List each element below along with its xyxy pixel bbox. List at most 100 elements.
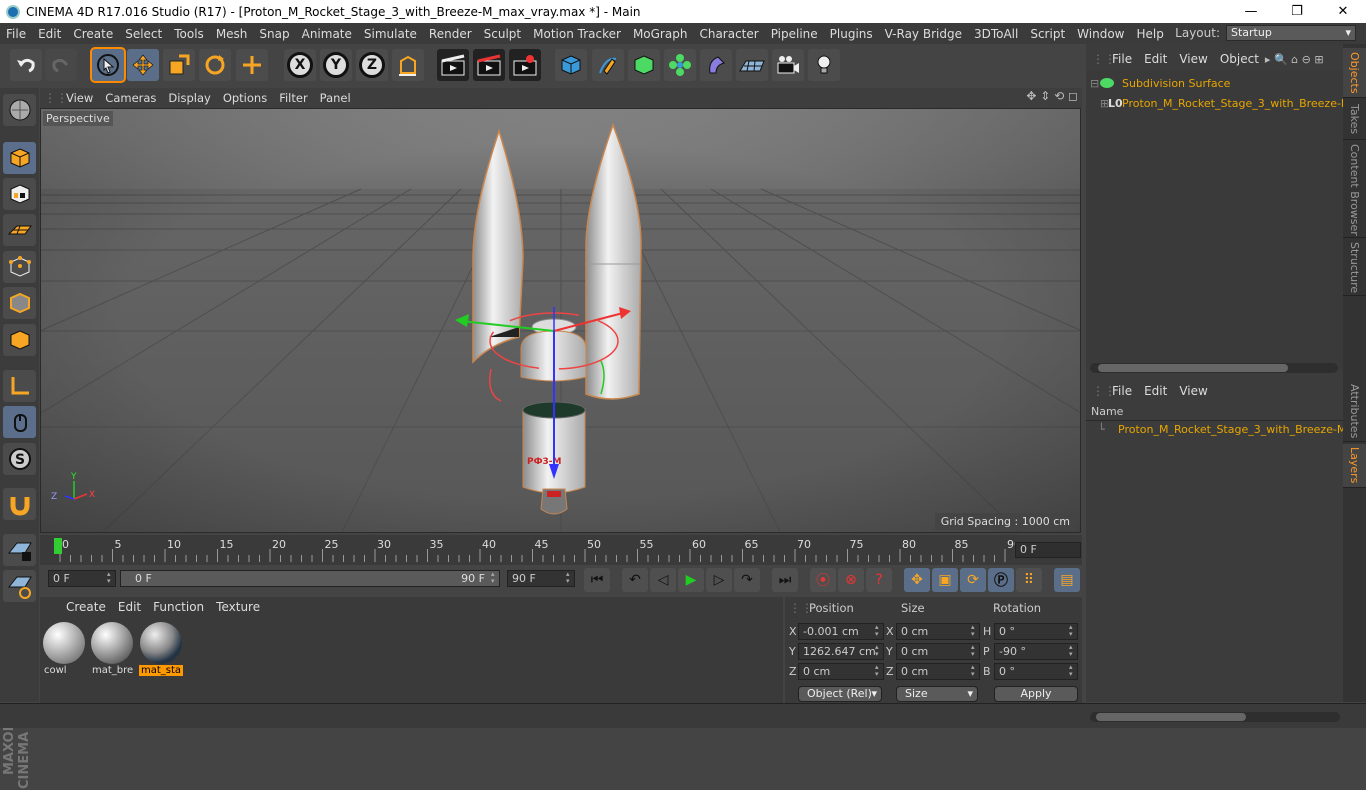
rotation-b-field[interactable]: 0 °	[994, 663, 1078, 680]
pen-spline-button[interactable]	[592, 49, 624, 81]
y-axis-lock-button[interactable]: Y	[320, 49, 352, 81]
tweak-mode-button[interactable]	[3, 406, 36, 438]
status-scrollbar[interactable]	[1090, 712, 1340, 722]
axis-mode-button[interactable]	[3, 370, 36, 402]
menu-window[interactable]: Window	[1071, 27, 1130, 41]
size-y-field[interactable]: 0 cm	[896, 643, 980, 660]
tab-takes[interactable]: Takes	[1343, 100, 1366, 140]
tab-structure[interactable]: Structure	[1343, 240, 1366, 296]
end-frame-field[interactable]: 90 F	[507, 570, 575, 587]
minimize-button[interactable]: —	[1228, 4, 1274, 19]
tree-expand-icon[interactable]: ⊞	[1086, 97, 1109, 110]
record-rotation-button[interactable]: ⟳	[960, 568, 986, 592]
size-z-field[interactable]: 0 cm	[896, 663, 980, 680]
workplane-mode-button[interactable]	[3, 214, 36, 246]
model-mode-button[interactable]	[3, 142, 36, 174]
polygons-mode-button[interactable]	[3, 324, 36, 356]
camera-label[interactable]: Perspective	[43, 111, 113, 126]
size-x-field[interactable]: 0 cm	[896, 623, 980, 640]
go-to-end-button[interactable]: ⏭	[772, 568, 798, 592]
object-menu-edit[interactable]: Edit	[1138, 52, 1173, 66]
record-point-level-button[interactable]: ⠿	[1016, 568, 1042, 592]
scale-tool-button[interactable]	[163, 49, 195, 81]
maximize-button[interactable]: ❐	[1274, 4, 1320, 19]
previous-frame-button[interactable]: ◁	[650, 568, 676, 592]
points-mode-button[interactable]	[3, 251, 36, 283]
size-mode-dropdown[interactable]: Size ▾	[896, 686, 978, 702]
previous-keyframe-button[interactable]: ↶	[622, 568, 648, 592]
next-frame-button[interactable]: ▷	[706, 568, 732, 592]
floor-button[interactable]	[736, 49, 768, 81]
coordinate-mode-dropdown[interactable]: Object (Rel) ▾	[798, 686, 882, 702]
recent-tool-button[interactable]	[236, 49, 268, 81]
viewport-menu-view[interactable]: View	[60, 91, 99, 105]
menu-snap[interactable]: Snap	[253, 27, 295, 41]
scheme-settings-button[interactable]: ▤	[1054, 568, 1080, 592]
subdivision-surface-button[interactable]	[628, 49, 660, 81]
menu-select[interactable]: Select	[119, 27, 168, 41]
move-tool-button[interactable]	[127, 49, 159, 81]
start-frame-field[interactable]: 0 F	[48, 570, 116, 587]
record-parameter-button[interactable]: Ⓟ	[988, 568, 1014, 592]
light-button[interactable]	[808, 49, 840, 81]
x-axis-lock-button[interactable]: X	[284, 49, 316, 81]
menu-mesh[interactable]: Mesh	[210, 27, 254, 41]
material-cowl[interactable]: cowl	[42, 621, 86, 679]
material-menu-function[interactable]: Function	[147, 600, 210, 614]
workplane-lock-button[interactable]	[3, 534, 36, 566]
tab-attributes[interactable]: Attributes	[1343, 382, 1366, 442]
snap-button[interactable]: S	[3, 443, 36, 475]
menu-motion-tracker[interactable]: Motion Tracker	[527, 27, 627, 41]
undo-button[interactable]	[10, 49, 42, 81]
rotation-p-field[interactable]: -90 °	[994, 643, 1078, 660]
viewport-menu-options[interactable]: Options	[217, 91, 273, 105]
viewport-menu-cameras[interactable]: Cameras	[99, 91, 162, 105]
material-menu-create[interactable]: Create	[60, 600, 112, 614]
layer-menu-view[interactable]: View	[1173, 384, 1213, 398]
close-button[interactable]: ✕	[1320, 4, 1366, 19]
object-tree[interactable]: ⊟ Subdivision Surface ⊞ L0 Proton_M_Rock…	[1086, 70, 1350, 370]
next-keyframe-button[interactable]: ↷	[734, 568, 760, 592]
scrollbar-thumb[interactable]	[1096, 713, 1246, 721]
make-editable-button[interactable]	[3, 94, 36, 126]
layout-select[interactable]: Startup	[1226, 25, 1356, 41]
go-to-start-button[interactable]: ⏮	[584, 568, 610, 592]
play-button[interactable]: ▶	[678, 568, 704, 592]
tab-layers[interactable]: Layers	[1343, 444, 1366, 488]
deformer-button[interactable]	[700, 49, 732, 81]
menu-sculpt[interactable]: Sculpt	[478, 27, 527, 41]
3d-viewport[interactable]: РФ3-М Y X Z Perspective Grid Spacing: 1…	[40, 108, 1081, 533]
menu-edit[interactable]: Edit	[32, 27, 67, 41]
redo-button[interactable]	[45, 49, 77, 81]
menu-simulate[interactable]: Simulate	[358, 27, 423, 41]
coordinate-system-button[interactable]	[392, 49, 424, 81]
menu-create[interactable]: Create	[67, 27, 119, 41]
current-frame-field[interactable]: 0 F	[1015, 542, 1081, 558]
object-manager-scrollbar[interactable]	[1090, 363, 1338, 373]
camera-button[interactable]	[772, 49, 804, 81]
viewport-nav-icons[interactable]: ✥ ⇕ ⟲ ◻	[1026, 89, 1078, 103]
menu-tools[interactable]: Tools	[168, 27, 210, 41]
layer-row-rocket[interactable]: └ Proton_M_Rocket_Stage_3_with_Breeze-M	[1086, 420, 1346, 438]
live-selection-button[interactable]	[90, 47, 126, 83]
grid-snap-button[interactable]	[3, 570, 36, 602]
apply-button[interactable]: Apply	[994, 686, 1078, 702]
record-scale-button[interactable]: ▣	[932, 568, 958, 592]
layer-menu-edit[interactable]: Edit	[1138, 384, 1173, 398]
viewport-menu-display[interactable]: Display	[162, 91, 216, 105]
menu-file[interactable]: File	[0, 27, 32, 41]
texture-mode-button[interactable]	[3, 178, 36, 210]
timeline-ruler[interactable]: 0 5 10 15 20 25 30 35 40 45 50 55 60 65 70 75 80 85 90	[40, 535, 1082, 565]
playhead-marker[interactable]	[54, 538, 62, 554]
edges-mode-button[interactable]	[3, 287, 36, 319]
cube-primitive-button[interactable]	[555, 49, 587, 81]
material-menu-edit[interactable]: Edit	[112, 600, 147, 614]
material-mat-sta[interactable]: mat_sta	[139, 621, 183, 679]
object-manager-tool-icons[interactable]: ▸ 🔍 ⌂ ⊖ ⊞	[1265, 53, 1324, 66]
menu-script[interactable]: Script	[1024, 27, 1071, 41]
render-view-button[interactable]	[437, 49, 469, 81]
cloner-button[interactable]	[664, 49, 696, 81]
object-menu-object[interactable]: Object	[1214, 52, 1265, 66]
material-menu-texture[interactable]: Texture	[210, 600, 266, 614]
position-z-field[interactable]: 0 cm	[798, 663, 884, 680]
